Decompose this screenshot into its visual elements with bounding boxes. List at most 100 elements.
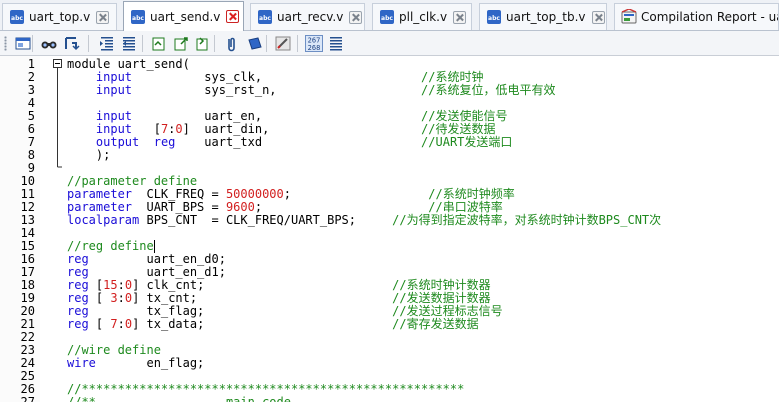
code-token: ;: [283, 187, 429, 201]
close-tab-icon[interactable]: [96, 10, 110, 24]
number-token: 50000000: [225, 187, 284, 201]
code-token: CLK_FREQ =: [132, 187, 226, 201]
code-token: en_flag;: [95, 356, 205, 370]
number-token: 0: [175, 122, 183, 136]
keyword-token: output: [95, 135, 140, 149]
find-next-button[interactable]: [62, 35, 80, 52]
verilog-file-icon: abc: [10, 10, 24, 24]
code-editor[interactable]: 1 2 3 4 5 6 7 8 9 10 11 12 13 14 15 16 17 18 19 20 21 22 23 24 2…: [0, 56, 779, 402]
code-line[interactable]: wire en_flag;: [67, 357, 204, 370]
close-tab-icon[interactable]: [349, 10, 363, 24]
comment-token: //系统复位，低电平有效: [421, 83, 556, 97]
code-token: ;: [254, 200, 429, 214]
unindent-button[interactable]: [120, 35, 138, 52]
code-token: :: [117, 291, 125, 305]
svg-text:abc: abc: [259, 15, 271, 22]
next-bookmark-button[interactable]: [194, 35, 212, 52]
code-line[interactable]: );: [67, 149, 110, 162]
block-select-icon: [248, 37, 262, 50]
tab-uart-top-tb-v[interactable]: abc uart_top_tb.v: [479, 3, 607, 30]
close-tab-icon[interactable]: [226, 10, 240, 23]
keyword-token: input: [95, 70, 133, 84]
comment-token: //系统时钟频率: [428, 187, 515, 201]
comment-token: //系统时钟: [421, 70, 484, 84]
keyword-token: reg: [67, 252, 89, 266]
keyword-token: input: [95, 109, 133, 123]
keyword-token: reg: [67, 304, 89, 318]
code-line[interactable]: output reg uart_txd //UART发送端口: [67, 135, 513, 149]
line-number-gutter: 1 2 3 4 5 6 7 8 9 10 11 12 13 14 15 16 17 18 19 20 21 22 23 24 2…: [0, 56, 40, 402]
svg-text:abc: abc: [11, 15, 23, 22]
keyword-token: parameter: [67, 200, 133, 214]
toolbar-separator: [32, 35, 33, 52]
line-number: 27: [20, 395, 35, 402]
comment-token: //串口波特率: [428, 200, 503, 214]
tab-uart-recv-v[interactable]: abc uart_recv.v: [250, 3, 365, 30]
verilog-file-icon: abc: [380, 10, 394, 24]
attach-button[interactable]: [222, 35, 240, 52]
toolbar-grip[interactable]: [4, 36, 7, 51]
find-button[interactable]: [40, 35, 58, 52]
comment-token: //** main code: [67, 395, 291, 402]
next-bookmark-icon: [196, 37, 208, 51]
indent-icon: [100, 37, 113, 51]
insert-template-button[interactable]: [150, 35, 168, 52]
comment-token: //系统时钟计数器: [392, 278, 491, 292]
close-tab-icon[interactable]: [453, 10, 467, 24]
tab-compilation-report-uart-top[interactable]: Compilation Report - uart_top: [614, 3, 779, 30]
keyword-token: reg: [67, 265, 89, 279]
line-number-toggle-icon: 267268: [305, 35, 323, 52]
close-tab-icon[interactable]: [591, 10, 605, 24]
tab-label: uart_top.v: [29, 10, 91, 24]
comment-token: //寄存发送数据: [392, 317, 479, 331]
open-window-button[interactable]: [14, 35, 32, 52]
tab-pll-clk-v[interactable]: abc pll_clk.v: [372, 3, 472, 30]
comment-token: //发送使能信号: [421, 109, 508, 123]
verilog-file-icon: abc: [258, 10, 272, 24]
fold-margin[interactable]: [52, 56, 64, 402]
number-token: 0: [124, 317, 133, 331]
keyword-token: reg: [67, 317, 89, 331]
code-line[interactable]: reg [ 7:0] tx_data; //寄存发送数据: [67, 318, 479, 331]
comment-token: //发送数据计数器: [392, 291, 491, 305]
find-icon: [41, 41, 57, 49]
keyword-token: input: [95, 83, 133, 97]
toolbar-separator: [297, 35, 298, 52]
toggle-bookmark-icon: [174, 37, 188, 51]
fold-markers[interactable]: [52, 56, 64, 402]
comment-block-button[interactable]: [274, 35, 292, 52]
number-token: 3: [110, 291, 118, 305]
keyword-token: wire: [67, 356, 96, 370]
code-token: [: [88, 317, 111, 331]
verilog-file-icon: abc: [131, 9, 145, 24]
comment-token: //**************************************…: [67, 382, 465, 396]
code-token: module uart_send(: [67, 57, 190, 71]
keyword-token: reg: [67, 291, 89, 305]
line-number-bottom: 268: [308, 44, 321, 52]
code-line[interactable]: input sys_rst_n, //系统复位，低电平有效: [67, 83, 556, 97]
editor-toolbar: 267 268: [0, 31, 779, 56]
tab-label: uart_top_tb.v: [506, 10, 586, 24]
column-select-icon: [330, 37, 342, 51]
code-line[interactable]: //** main code: [67, 396, 291, 402]
column-select-button[interactable]: [327, 35, 345, 52]
tab-uart-send-v[interactable]: abc uart_send.v: [123, 1, 244, 31]
comment-block-icon: [275, 36, 291, 51]
tab-label: uart_send.v: [150, 9, 221, 24]
tab-uart-top-v[interactable]: abc uart_top.v: [2, 3, 117, 30]
block-select-button[interactable]: [246, 35, 264, 52]
code-token: uart_en_d1;: [88, 265, 226, 279]
line-number-toggle-button[interactable]: 267 268: [305, 35, 323, 52]
open-window-icon: [15, 37, 31, 50]
comment-token: //reg define: [67, 239, 154, 253]
code-token: tx_flag;: [88, 304, 393, 318]
toggle-bookmark-button[interactable]: [172, 35, 190, 52]
indent-button[interactable]: [98, 35, 116, 52]
insert-template-icon: [152, 37, 165, 51]
code-line[interactable]: localparam BPS_CNT = CLK_FREQ/UART_BPS; …: [67, 214, 661, 227]
code-token: );: [67, 148, 111, 162]
code-token: ] tx_cnt;: [132, 291, 393, 305]
